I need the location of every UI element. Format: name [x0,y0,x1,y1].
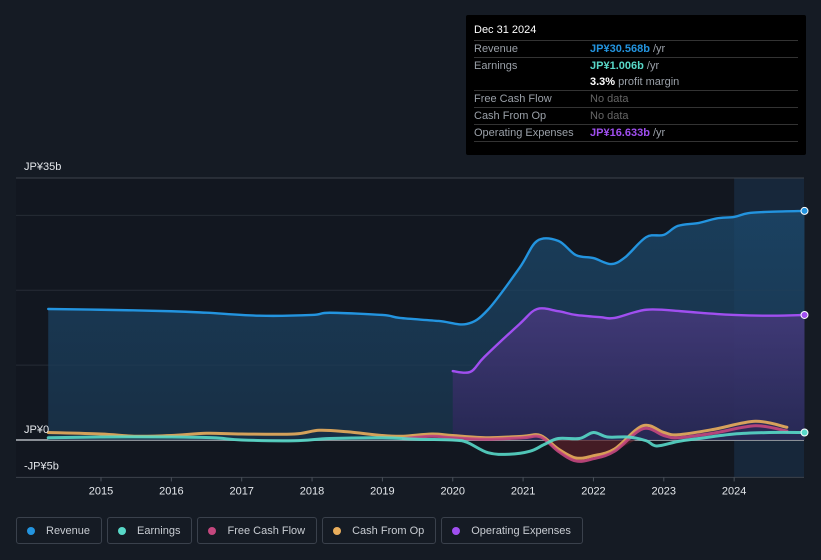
x-tick-label: 2015 [89,485,113,497]
legend-label: Operating Expenses [471,524,571,537]
tooltip-key: Revenue [474,43,519,55]
tooltip-row: Cash From Op No data [474,108,798,125]
tooltip-row: 3.3% profit margin [474,74,798,91]
legend-dot-icon [333,526,342,535]
y-tick-label: JP¥0 [24,424,49,436]
x-tick-label: 2017 [229,485,253,497]
end-marker-revenue [800,206,809,215]
legend-label: Cash From Op [352,524,425,537]
end-marker-earnings [800,428,809,437]
tooltip: Dec 31 2024 Revenue JP¥30.568b /yr Earning… [466,15,806,155]
legend-dot-icon [27,526,35,535]
y-tick-label: -JP¥5b [24,460,59,472]
legend-dot-icon [452,526,461,535]
tooltip-row: Revenue JP¥30.568b /yr [474,41,798,58]
tooltip-row: Operating Expenses JP¥16.633b /yr [474,125,798,142]
tooltip-value: No data [590,110,629,122]
tooltip-value: No data [590,93,629,105]
legend-item-free-cash-flow[interactable]: Free Cash Flow [197,517,318,544]
tooltip-key: Operating Expenses [474,127,574,139]
tooltip-row: Free Cash Flow No data [474,91,798,108]
legend-label: Free Cash Flow [227,524,306,537]
x-tick-label: 2018 [300,485,324,497]
tooltip-key [474,74,590,90]
x-tick-label: 2022 [581,485,605,497]
tooltip-key: Free Cash Flow [474,93,552,105]
y-tick-label: JP¥35b [24,161,61,173]
x-tick-label: 2021 [511,485,535,497]
legend-label: Revenue [46,524,91,537]
x-tick-label: 2019 [370,485,394,497]
x-tick-label: 2016 [159,485,183,497]
tooltip-row: Earnings JP¥1.006b /yr [474,58,798,74]
x-tick-label: 2020 [441,485,465,497]
tooltip-value: JP¥16.633b /yr [590,127,666,139]
legend: Revenue Earnings Free Cash Flow Cash From O… [16,517,583,544]
tooltip-key: Cash From Op [474,110,547,122]
tooltip-value: JP¥1.006b /yr [590,60,660,72]
x-tick-label: 2024 [722,485,746,497]
tooltip-key: Earnings [474,60,518,72]
legend-label: Earnings [137,524,181,537]
tooltip-date: Dec 31 2024 [474,23,798,41]
legend-dot-icon [208,526,217,535]
x-tick-label: 2023 [652,485,676,497]
legend-item-earnings[interactable]: Earnings [107,517,193,544]
legend-item-revenue[interactable]: Revenue [16,517,103,544]
legend-dot-icon [118,526,127,535]
tooltip-value: JP¥30.568b /yr [590,43,666,55]
legend-item-cash-from-op[interactable]: Cash From Op [322,517,437,544]
tooltip-value: 3.3% profit margin [590,76,680,88]
end-marker-operating-expenses [800,310,809,319]
legend-item-operating-expenses[interactable]: Operating Expenses [441,517,583,544]
